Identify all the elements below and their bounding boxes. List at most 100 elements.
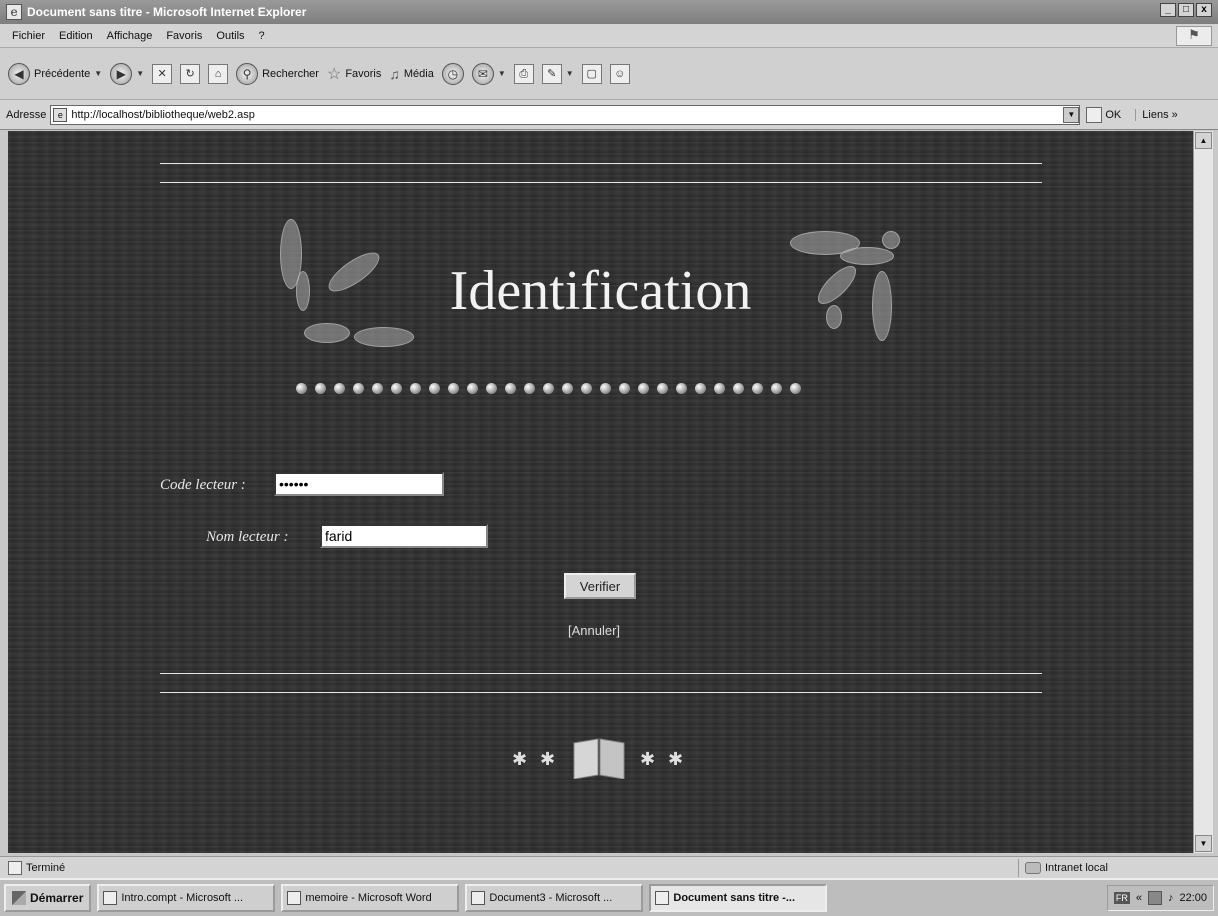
start-label: Démarrer bbox=[30, 891, 84, 905]
ie-logo-icon: e bbox=[6, 4, 22, 20]
top-divider-line-1 bbox=[160, 163, 1042, 164]
messenger-icon[interactable]: ☺ bbox=[609, 63, 630, 84]
taskbar-item-document3[interactable]: Document3 - Microsoft ... bbox=[465, 884, 644, 912]
tray-app-icon[interactable] bbox=[1147, 891, 1162, 905]
maximize-button[interactable]: □ bbox=[1178, 3, 1194, 17]
standard-toolbar: ◀ Précédente ▼ ▶ ▼ ✕ ↻ ⌂ ⚲ Rechercher ☆ … bbox=[0, 48, 1218, 100]
forward-dropdown-icon[interactable]: ▼ bbox=[136, 69, 144, 78]
media-icon: ♫ bbox=[389, 65, 400, 82]
top-divider-line-2 bbox=[160, 182, 1042, 183]
menu-edition[interactable]: Edition bbox=[59, 30, 93, 42]
history-icon[interactable]: ◷ bbox=[441, 62, 464, 85]
scroll-up-icon[interactable]: ▲ bbox=[1195, 132, 1212, 149]
taskbar-item-label: Document3 - Microsoft ... bbox=[489, 892, 613, 904]
minimize-button[interactable]: _ bbox=[1160, 3, 1176, 17]
system-tray: FR « ♪ 22:00 bbox=[1106, 885, 1214, 911]
edit-button[interactable]: ✎ ▼ bbox=[541, 63, 574, 84]
star-icon: ✱ bbox=[512, 749, 528, 769]
print-icon[interactable]: ⎙ bbox=[513, 63, 534, 84]
menu-affichage[interactable]: Affichage bbox=[107, 30, 153, 42]
bottom-divider-line-2 bbox=[160, 692, 1042, 693]
address-label: Adresse bbox=[6, 108, 47, 121]
window-title-bar[interactable]: e Document sans titre - Microsoft Intern… bbox=[0, 0, 1218, 24]
go-label: OK bbox=[1105, 108, 1122, 121]
favorites-button[interactable]: ☆ Favoris bbox=[327, 64, 381, 84]
zone-label: Intranet local bbox=[1045, 862, 1108, 874]
stop-icon[interactable]: ✕ bbox=[152, 63, 173, 84]
back-button[interactable]: ◀ Précédente ▼ bbox=[8, 62, 102, 85]
page-done-icon bbox=[8, 860, 22, 875]
taskbar-item-label: memoire - Microsoft Word bbox=[305, 892, 432, 904]
taskbar-item-label: Document sans titre -... bbox=[673, 892, 796, 904]
media-button[interactable]: ♫ Média bbox=[389, 66, 433, 82]
mail-dropdown-icon[interactable]: ▼ bbox=[498, 69, 506, 78]
ie-icon bbox=[655, 891, 670, 905]
back-dropdown-icon[interactable]: ▼ bbox=[94, 69, 102, 78]
language-indicator[interactable]: FR bbox=[1113, 892, 1130, 904]
clock[interactable]: 22:00 bbox=[1179, 892, 1207, 904]
word-icon bbox=[471, 891, 486, 905]
word-icon bbox=[103, 891, 118, 905]
status-text: Terminé bbox=[26, 861, 66, 874]
windows-flag-icon bbox=[12, 891, 26, 905]
links-toolbar[interactable]: Liens » bbox=[1135, 108, 1178, 121]
page-heading: Identification bbox=[449, 260, 752, 322]
mail-icon: ✉ bbox=[471, 62, 494, 85]
menu-bar: Fichier Edition Affichage Favoris Outils… bbox=[0, 24, 1218, 48]
star-icon: ☆ bbox=[326, 65, 342, 83]
nom-lecteur-label: Nom lecteur : bbox=[206, 529, 289, 545]
verify-button[interactable]: Verifier bbox=[564, 573, 636, 599]
back-label: Précédente bbox=[34, 67, 91, 80]
open-book-icon bbox=[573, 738, 625, 779]
tray-expand-icon[interactable]: « bbox=[1136, 892, 1142, 904]
start-button[interactable]: Démarrer bbox=[4, 884, 92, 912]
taskbar-item-memoire[interactable]: memoire - Microsoft Word bbox=[281, 884, 460, 912]
nom-lecteur-input[interactable] bbox=[320, 524, 488, 548]
forward-button[interactable]: ▶ ▼ bbox=[110, 62, 144, 85]
address-bar: Adresse e http://localhost/bibliotheque/… bbox=[0, 100, 1218, 130]
star-icon: ✱ bbox=[640, 749, 656, 769]
star-icon: ✱ bbox=[668, 749, 684, 769]
star-icon: ✱ bbox=[540, 749, 556, 769]
code-lecteur-input[interactable] bbox=[274, 472, 444, 496]
taskbar-item-intro-compt[interactable]: Intro.compt - Microsoft ... bbox=[97, 884, 276, 912]
taskbar-item-label: Intro.compt - Microsoft ... bbox=[121, 892, 244, 904]
menu-fichier[interactable]: Fichier bbox=[12, 30, 45, 42]
discuss-icon[interactable]: ▢ bbox=[581, 63, 602, 84]
code-lecteur-label: Code lecteur : bbox=[160, 477, 246, 493]
back-arrow-icon: ◀ bbox=[8, 62, 30, 85]
mail-button[interactable]: ✉ ▼ bbox=[471, 62, 506, 85]
go-arrow-icon bbox=[1086, 106, 1103, 123]
favorites-label: Favoris bbox=[345, 67, 382, 80]
media-label: Média bbox=[403, 67, 434, 80]
status-bar: Terminé Intranet local bbox=[0, 856, 1218, 878]
page-icon: e bbox=[53, 107, 68, 122]
taskbar-item-document-sans-titre[interactable]: Document sans titre -... bbox=[649, 884, 828, 912]
cancel-link[interactable]: [Annuler] bbox=[568, 623, 620, 638]
edit-dropdown-icon[interactable]: ▼ bbox=[566, 69, 574, 78]
home-icon[interactable]: ⌂ bbox=[208, 63, 229, 84]
window-title: Document sans titre - Microsoft Internet… bbox=[27, 5, 307, 19]
close-button[interactable]: x bbox=[1196, 3, 1212, 17]
footer-ornament: ✱ ✱ ✱ ✱ bbox=[508, 735, 698, 781]
security-zone: Intranet local bbox=[1018, 859, 1198, 877]
address-field[interactable]: e http://localhost/bibliotheque/web2.asp… bbox=[50, 104, 1081, 125]
search-button[interactable]: ⚲ Rechercher bbox=[236, 62, 319, 85]
address-dropdown-icon[interactable]: ▼ bbox=[1063, 106, 1080, 123]
taskbar: Démarrer Intro.compt - Microsoft ... mem… bbox=[0, 878, 1218, 916]
edit-icon: ✎ bbox=[541, 63, 562, 84]
menu-help[interactable]: ? bbox=[259, 30, 265, 42]
forward-arrow-icon: ▶ bbox=[110, 62, 133, 85]
go-button[interactable]: OK bbox=[1086, 106, 1122, 123]
word-icon bbox=[287, 891, 302, 905]
search-icon: ⚲ bbox=[236, 62, 259, 85]
address-url[interactable]: http://localhost/bibliotheque/web2.asp bbox=[71, 109, 1063, 121]
links-label: Liens bbox=[1142, 108, 1169, 121]
vertical-scrollbar[interactable]: ▲ ▼ bbox=[1193, 131, 1213, 853]
menu-favoris[interactable]: Favoris bbox=[166, 30, 202, 42]
volume-icon[interactable]: ♪ bbox=[1168, 892, 1174, 904]
page-content: Identification Code lecteur : Nom lecteu… bbox=[8, 131, 1193, 853]
refresh-icon[interactable]: ↻ bbox=[180, 63, 201, 84]
menu-outils[interactable]: Outils bbox=[216, 30, 244, 42]
scroll-down-icon[interactable]: ▼ bbox=[1195, 835, 1212, 852]
